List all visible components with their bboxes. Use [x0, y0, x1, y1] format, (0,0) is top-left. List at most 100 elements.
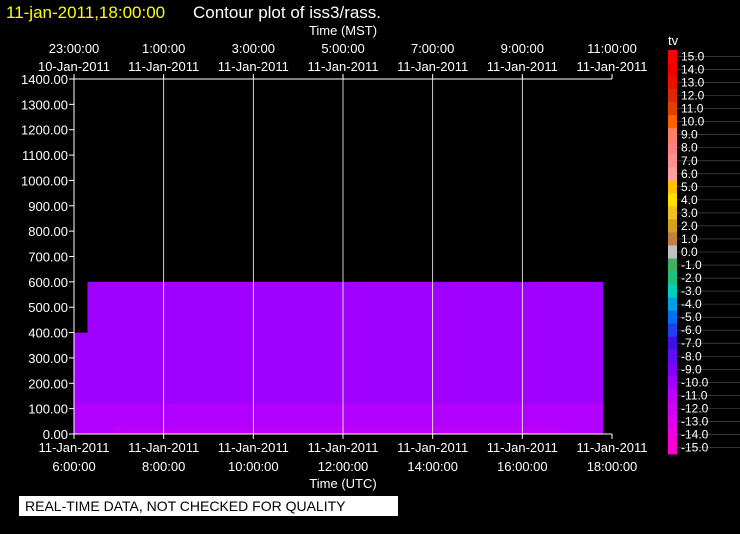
y-tick-label: 900.00: [28, 199, 68, 214]
colorbar-level-label: -13.0: [681, 414, 709, 428]
colorbar-level-label: -4.0: [681, 297, 702, 311]
colorbar-level-label: 11.0: [681, 102, 704, 116]
colorbar-swatch: [668, 323, 677, 338]
y-tick-label: 700.00: [28, 250, 68, 265]
colorbar-level-label: 4.0: [681, 193, 698, 207]
colorbar-level-label: 0.0: [681, 245, 698, 259]
x-tick-label-date: 11-Jan-2011: [397, 440, 468, 455]
x-tick-label-date: 11-Jan-2011: [218, 440, 289, 455]
top-tick-label-time: 1:00:00: [142, 41, 185, 56]
top-tick-label-time: 5:00:00: [321, 41, 364, 56]
y-tick-label: 500.00: [28, 300, 68, 315]
y-tick-label: 400.00: [28, 326, 68, 341]
colorbar-swatch: [668, 349, 677, 364]
colorbar-swatch: [668, 154, 677, 168]
top-tick-label-time: 23:00:00: [49, 41, 100, 56]
colorbar-level-label: 7.0: [681, 154, 698, 168]
colorbar-level-label: 5.0: [681, 180, 698, 194]
contour-band-surface: [114, 426, 564, 434]
colorbar-swatch: [668, 362, 677, 377]
colorbar-level-label: 10.0: [681, 115, 705, 129]
x-tick-label-time: 10:00:00: [228, 459, 279, 474]
colorbar-label: tv: [668, 33, 679, 48]
top-tick-label-date: 11-Jan-2011: [218, 59, 289, 74]
x-tick-label-time: 14:00:00: [407, 459, 458, 474]
colorbar-swatch: [668, 310, 677, 325]
colorbar-swatch: [668, 63, 677, 77]
top-tick-label-time: 9:00:00: [501, 41, 544, 56]
x-tick-label-date: 11-Jan-2011: [487, 440, 558, 455]
colorbar-swatch: [668, 297, 677, 312]
quality-warning-banner: REAL-TIME DATA, NOT CHECKED FOR QUALITY: [19, 496, 398, 516]
colorbar-level-label: -15.0: [681, 440, 709, 454]
colorbar-level-label: 2.0: [681, 219, 698, 233]
colorbar-swatch: [668, 219, 677, 233]
colorbar-swatch: [668, 440, 677, 455]
colorbar-swatch: [668, 141, 677, 155]
x-tick-label-date: 11-Jan-2011: [307, 440, 378, 455]
colorbar-level-label: 8.0: [681, 141, 698, 155]
colorbar-level-label: 12.0: [681, 89, 705, 103]
y-tick-label: 1100.00: [22, 148, 68, 163]
colorbar-swatch: [668, 167, 677, 181]
colorbar-swatch: [668, 401, 677, 416]
colorbar-swatch: [668, 206, 677, 220]
y-tick-label: 1400.00: [21, 72, 68, 87]
x-tick-label-time: 16:00:00: [497, 459, 548, 474]
x-tick-label-date: 11-Jan-2011: [128, 440, 199, 455]
colorbar-swatch: [668, 115, 677, 129]
colorbar-level-label: 1.0: [681, 232, 698, 246]
colorbar-level-label: -2.0: [681, 271, 702, 285]
colorbar-swatch: [668, 427, 677, 442]
y-tick-label: 800.00: [28, 224, 68, 239]
y-tick-label: 100.00: [28, 402, 68, 417]
chart-title: Contour plot of iss3/rass.: [193, 3, 381, 22]
y-tick-label: 200.00: [28, 376, 68, 391]
colorbar-swatch: [668, 284, 677, 299]
colorbar-swatch: [668, 245, 677, 260]
top-tick-label-date: 11-Jan-2011: [128, 59, 199, 74]
y-tick-label: 600.00: [28, 275, 68, 290]
colorbar-swatch: [668, 258, 677, 273]
colorbar-level-label: 9.0: [681, 128, 698, 142]
x-tick-label-time: 6:00:00: [52, 459, 95, 474]
colorbar-swatch: [668, 375, 677, 390]
colorbar-level-label: -8.0: [681, 349, 702, 363]
colorbar-level-label: 15.0: [681, 50, 705, 64]
colorbar-level-label: -14.0: [681, 427, 709, 441]
y-tick-label: 300.00: [28, 351, 68, 366]
x-tick-label-time: 18:00:00: [587, 459, 638, 474]
colorbar-level-label: -10.0: [681, 375, 709, 389]
colorbar-level-label: -7.0: [681, 336, 702, 350]
top-tick-label-time: 11:00:00: [587, 41, 637, 56]
top-tick-label-date: 11-Jan-2011: [397, 59, 468, 74]
top-tick-label-date: 11-Jan-2011: [487, 59, 558, 74]
colorbar-level-label: 3.0: [681, 206, 698, 220]
y-tick-label: 0.00: [43, 427, 68, 442]
colorbar-swatch: [668, 388, 677, 403]
colorbar-swatch: [668, 50, 677, 64]
colorbar-level-label: 13.0: [681, 76, 705, 90]
top-axis-label: Time (MST): [309, 23, 377, 38]
colorbar-level-label: 14.0: [681, 63, 705, 77]
top-tick-label-date: 11-Jan-2011: [576, 59, 647, 74]
colorbar-swatch: [668, 193, 677, 207]
header-timestamp: 11-jan-2011,18:00:00: [6, 3, 165, 22]
colorbar-level-label: -3.0: [681, 284, 702, 298]
y-tick-label: 1200.00: [21, 123, 68, 138]
colorbar-swatch: [668, 76, 677, 90]
colorbar-level-label: -5.0: [681, 310, 702, 324]
y-tick-label: 1000.00: [21, 173, 68, 188]
contour-chart: 11-jan-2011,18:00:00 Contour plot of iss…: [6, 3, 740, 491]
bottom-axis-label: Time (UTC): [309, 476, 376, 491]
colorbar-level-label: 6.0: [681, 167, 698, 181]
top-tick-label-time: 7:00:00: [411, 41, 454, 56]
top-tick-label-time: 3:00:00: [232, 41, 275, 56]
y-tick-label: 1300.00: [21, 97, 68, 112]
colorbar-level-label: -1.0: [681, 258, 702, 272]
colorbar-level-label: -6.0: [681, 323, 702, 337]
colorbar-level-label: -12.0: [681, 401, 709, 415]
colorbar-swatch: [668, 414, 677, 429]
colorbar-swatch: [668, 102, 677, 116]
colorbar-swatch: [668, 180, 677, 194]
